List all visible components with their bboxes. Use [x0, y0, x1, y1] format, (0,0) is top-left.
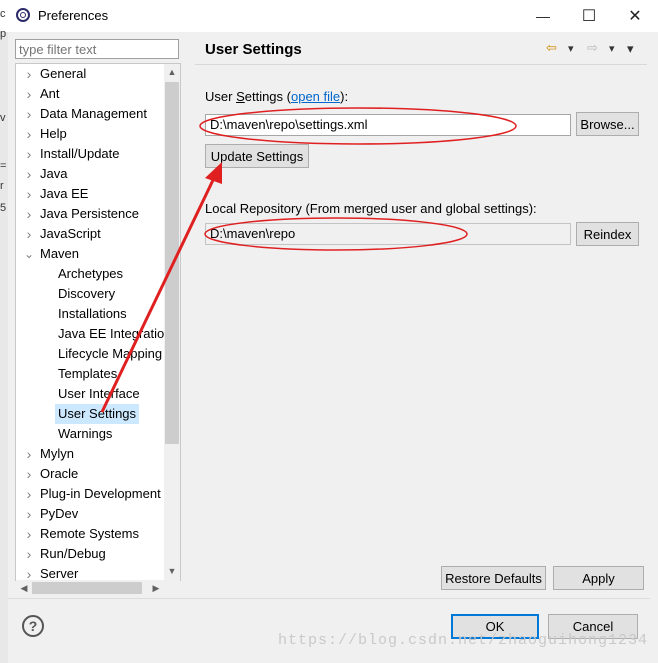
annotation-ellipse-settings: [199, 107, 517, 145]
annotation-arrow-head: [205, 162, 222, 184]
annotation-arrow-shaft: [100, 177, 216, 413]
annotation-overlay: [100, 107, 517, 413]
annotation-ellipse-repository: [204, 217, 468, 251]
